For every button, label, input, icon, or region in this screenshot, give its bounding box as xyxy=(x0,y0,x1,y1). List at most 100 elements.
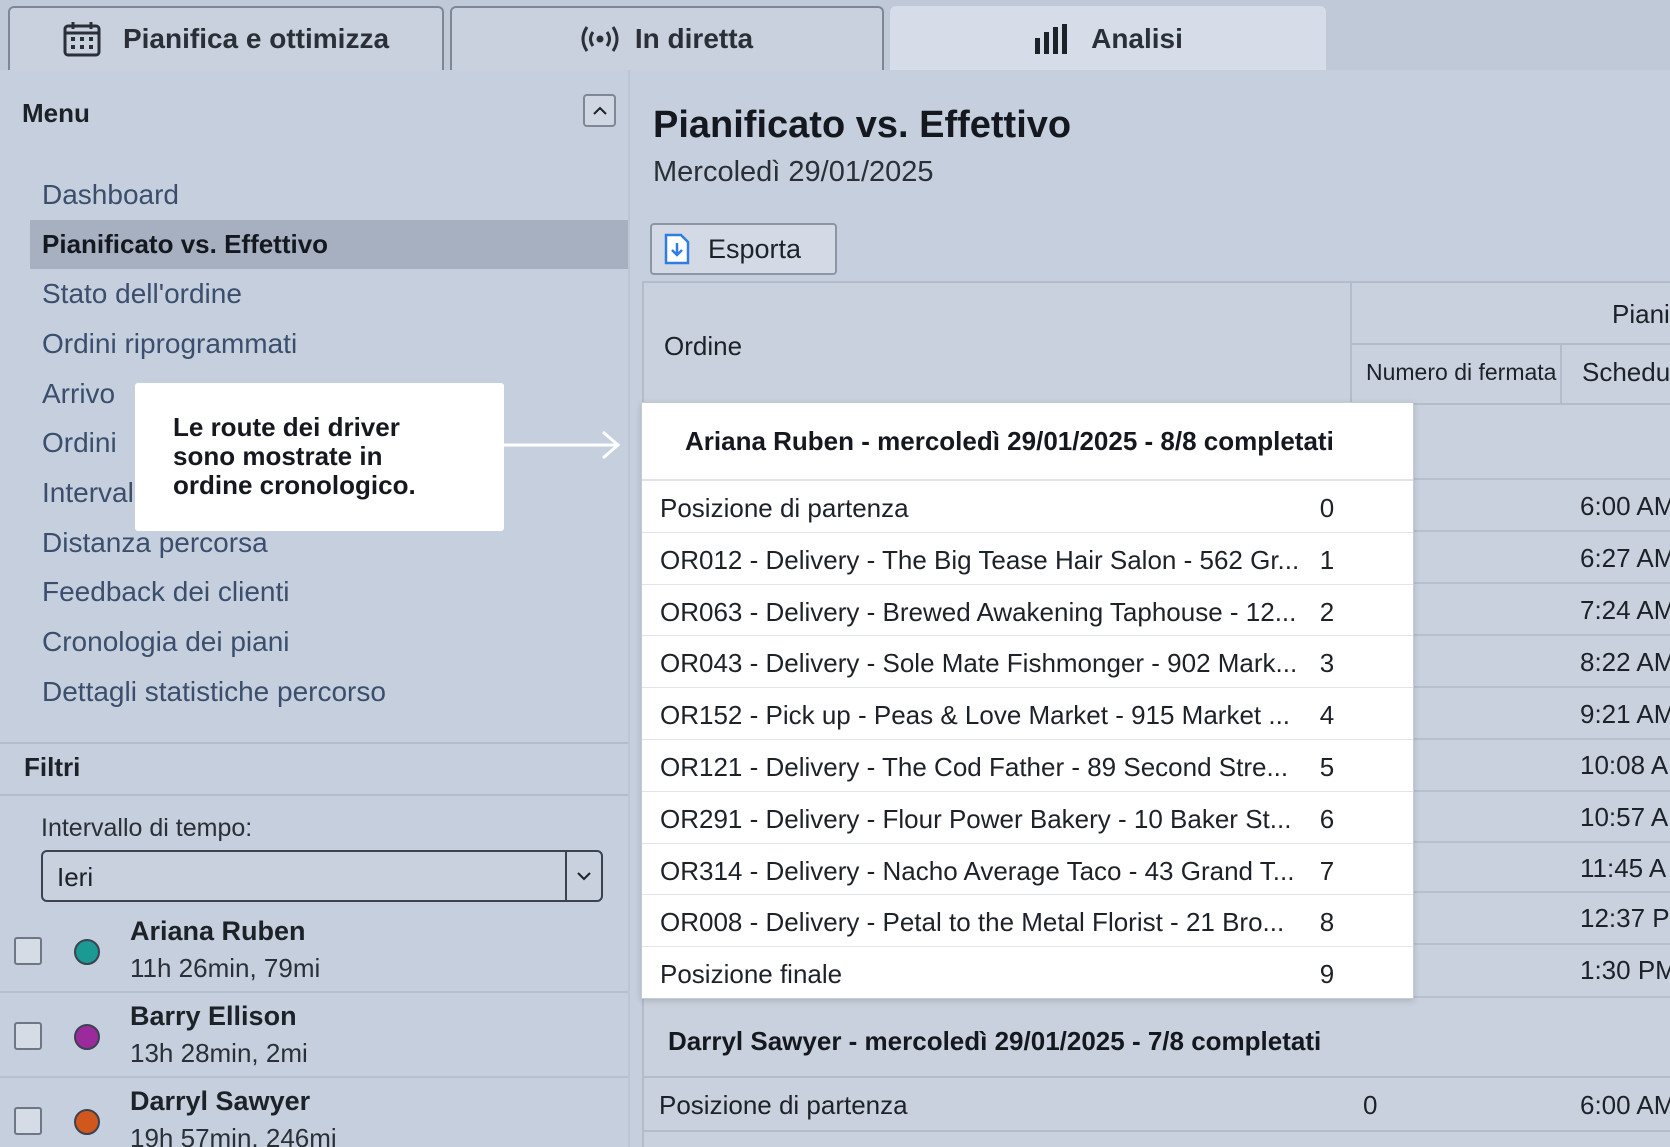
stop-number-cell: 5 xyxy=(1319,751,1335,782)
tab-label: Analisi xyxy=(1091,23,1183,54)
order-cell: OR314 - Delivery - Nacho Average Taco - … xyxy=(660,855,1295,886)
scheduled-time: 8:22 AM xyxy=(1580,647,1670,677)
menu-item-plan-history[interactable]: Cronologia dei piani xyxy=(30,617,628,667)
bar-chart-icon xyxy=(1033,24,1069,54)
menu-item-order-status[interactable]: Stato dell'ordine xyxy=(30,269,628,319)
stop-number-cell: 7 xyxy=(1319,855,1335,886)
driver-color-dot xyxy=(74,939,100,965)
stop-number-cell: 3 xyxy=(1319,648,1335,679)
order-cell: OR012 - Delivery - The Big Tease Hair Sa… xyxy=(660,544,1300,575)
interval-select-value: Ieri xyxy=(57,862,94,892)
tab-analytics[interactable]: Analisi xyxy=(890,6,1326,70)
column-group-planned: Piani xyxy=(1612,299,1670,329)
tab-plan-optimize[interactable]: Pianifica e ottimizza xyxy=(8,6,444,70)
divider xyxy=(1410,686,1670,688)
driver-color-dot xyxy=(74,1109,100,1135)
table-row[interactable]: OR063 - Delivery - Brewed Awakening Taph… xyxy=(642,585,1413,637)
table-row[interactable]: Posizione di partenza 0 xyxy=(642,481,1413,533)
live-broadcast-icon xyxy=(581,25,619,53)
driver-name: Darryl Sawyer xyxy=(130,1086,311,1116)
scheduled-time: 1:30 PM xyxy=(1580,955,1670,985)
page-title: Pianificato vs. Effettivo xyxy=(653,104,1072,146)
interval-label: Intervallo di tempo: xyxy=(41,814,253,842)
table-row[interactable]: OR152 - Pick up - Peas & Love Market - 9… xyxy=(642,688,1413,740)
column-header-order[interactable]: Ordine xyxy=(664,331,742,362)
page-date: Mercoledì 29/01/2025 xyxy=(653,156,934,188)
order-cell[interactable]: Posizione di partenza xyxy=(659,1090,908,1121)
column-header-stop-number[interactable]: Numero di fermata xyxy=(1366,359,1556,386)
order-cell: Posizione finale xyxy=(660,959,843,990)
scheduled-time: 10:57 A xyxy=(1580,802,1669,832)
driver-checkbox[interactable] xyxy=(14,1107,42,1135)
driver-row: Ariana Ruben 11h 26min, 79mi xyxy=(0,908,628,993)
scheduled-time: 7:24 AM xyxy=(1580,595,1670,625)
menu-item-customer-feedback[interactable]: Feedback dei clienti xyxy=(30,568,628,618)
export-button[interactable]: Esporta xyxy=(650,223,837,275)
order-cell: OR121 - Delivery - The Cod Father - 89 S… xyxy=(660,751,1289,782)
stop-number-cell: 9 xyxy=(1319,959,1335,990)
tab-label: Pianifica e ottimizza xyxy=(122,23,390,54)
divider xyxy=(1410,582,1670,584)
menu-item-rescheduled-orders[interactable]: Ordini riprogrammati xyxy=(30,319,628,369)
table-row[interactable]: OR008 - Delivery - Petal to the Metal Fl… xyxy=(642,895,1413,948)
chevron-down-icon[interactable] xyxy=(565,852,601,900)
menu-item-dashboard[interactable]: Dashboard xyxy=(30,170,628,220)
table-row[interactable]: OR291 - Delivery - Flour Power Bakery - … xyxy=(642,792,1413,844)
export-label: Esporta xyxy=(708,233,802,264)
tab-live[interactable]: In diretta xyxy=(450,6,884,70)
stop-number-cell: 4 xyxy=(1319,700,1335,731)
table-row[interactable]: OR314 - Delivery - Nacho Average Taco - … xyxy=(642,844,1413,896)
collapse-menu-button[interactable] xyxy=(583,94,616,127)
divider xyxy=(0,742,628,744)
stop-number-cell: 0 xyxy=(1319,493,1335,523)
scheduled-time: 6:27 AM xyxy=(1580,543,1670,573)
stop-number-cell: 0 xyxy=(1363,1090,1378,1120)
driver-color-dot xyxy=(74,1024,100,1050)
driver-name: Ariana Ruben xyxy=(130,916,306,946)
driver-checkbox[interactable] xyxy=(14,937,42,965)
order-cell: OR152 - Pick up - Peas & Love Market - 9… xyxy=(660,700,1291,731)
divider xyxy=(1410,943,1670,945)
driver-stats: 11h 26min, 79mi xyxy=(130,953,321,983)
sidebar: Menu Dashboard Pianificato vs. Effettivo… xyxy=(0,70,630,1147)
table-row[interactable]: Posizione finale 9 xyxy=(642,947,1413,999)
interval-select[interactable]: Ieri xyxy=(41,850,603,902)
order-cell: OR043 - Delivery - Sole Mate Fishmonger … xyxy=(660,648,1298,679)
order-cell: OR063 - Delivery - Brewed Awakening Taph… xyxy=(660,596,1297,627)
driver-checkbox[interactable] xyxy=(14,1022,42,1050)
driver-stats: 13h 28min, 2mi xyxy=(130,1038,308,1068)
scheduled-time: 11:45 A xyxy=(1580,853,1667,883)
divider xyxy=(1410,634,1670,636)
divider xyxy=(1410,841,1670,843)
scheduled-time: 6:00 AM xyxy=(1580,1090,1670,1120)
table-row[interactable]: OR043 - Delivery - Sole Mate Fishmonger … xyxy=(642,636,1413,689)
driver-row: Barry Ellison 13h 28min, 2mi xyxy=(0,993,628,1078)
stop-number-cell: 8 xyxy=(1319,907,1335,938)
scheduled-time: 10:08 A xyxy=(1580,750,1669,780)
table-row[interactable]: OR121 - Delivery - The Cod Father - 89 S… xyxy=(642,740,1413,792)
menu-item-route-stats[interactable]: Dettagli statistiche percorso xyxy=(30,667,628,717)
driver-row: Darryl Sawyer 19h 57min, 246mi xyxy=(0,1078,628,1147)
scheduled-time: 6:00 AM xyxy=(1580,491,1670,521)
scheduled-time: 9:21 AM xyxy=(1580,699,1670,729)
divider xyxy=(1410,530,1670,532)
divider xyxy=(1410,891,1670,893)
group-title[interactable]: Ariana Ruben - mercoledì 29/01/2025 - 8/… xyxy=(642,403,1413,481)
group-title[interactable]: Darryl Sawyer - mercoledì 29/01/2025 - 7… xyxy=(668,1026,1321,1057)
divider xyxy=(1410,738,1670,740)
order-cell: Posizione di partenza xyxy=(660,493,909,523)
divider xyxy=(1410,478,1670,480)
divider xyxy=(1410,790,1670,792)
order-cell: OR291 - Delivery - Flour Power Bakery - … xyxy=(660,803,1292,834)
driver-stats: 19h 57min, 246mi xyxy=(130,1123,337,1147)
menu-item-planned-vs-actual[interactable]: Pianificato vs. Effettivo xyxy=(30,219,628,270)
table-row[interactable]: OR012 - Delivery - The Big Tease Hair Sa… xyxy=(642,533,1413,585)
divider xyxy=(644,1076,1670,1078)
menu-title: Menu xyxy=(22,98,90,128)
stop-number-cell: 2 xyxy=(1319,596,1335,627)
tab-label: In diretta xyxy=(634,23,754,54)
divider xyxy=(1410,996,1670,998)
tab-bar: Pianifica e ottimizza In diretta Analisi xyxy=(0,0,1670,70)
filters-title: Filtri xyxy=(24,752,81,782)
column-header-scheduled[interactable]: Schedu xyxy=(1582,357,1670,388)
